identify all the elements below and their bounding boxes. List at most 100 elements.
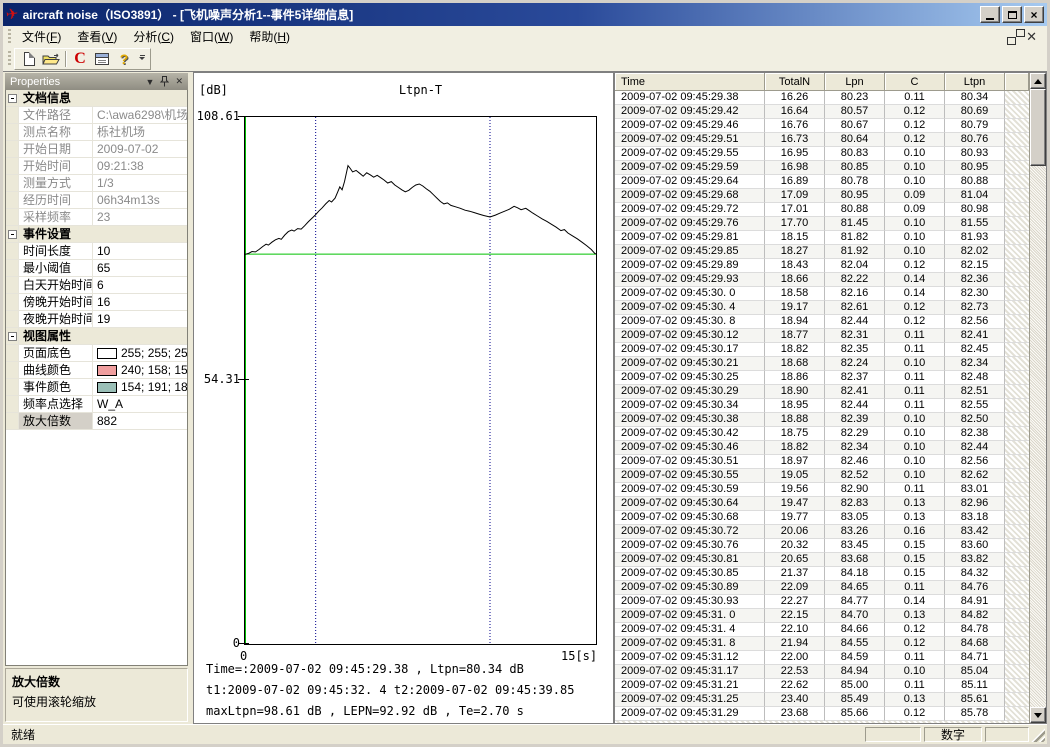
property-value[interactable]: 255; 255; 255 <box>93 345 187 361</box>
panel-menu-button[interactable]: ▼ <box>146 77 155 87</box>
c-weighting-button[interactable]: C <box>69 49 91 69</box>
new-file-button[interactable] <box>18 49 40 69</box>
table-row[interactable]: 2009-07-02 09:45:31.2122.6285.000.1185.1… <box>615 679 1029 693</box>
table-row[interactable]: 2009-07-02 09:45:30.3818.8882.390.1082.5… <box>615 413 1029 427</box>
table-row[interactable]: 2009-07-02 09:45:30.4618.8282.340.1082.4… <box>615 441 1029 455</box>
mdi-close-button[interactable]: ✕ <box>1026 28 1037 46</box>
table-row[interactable]: 2009-07-02 09:45:29.8518.2781.920.1082.0… <box>615 245 1029 259</box>
table-row[interactable]: 2009-07-02 09:45:30.6819.7783.050.1383.1… <box>615 511 1029 525</box>
close-button[interactable]: × <box>1024 6 1044 23</box>
y-tick-label: 0 <box>194 636 240 650</box>
table-row[interactable]: 2009-07-02 09:45:30.5519.0582.520.1082.6… <box>615 469 1029 483</box>
open-file-button[interactable] <box>40 49 62 69</box>
column-header-time[interactable]: Time <box>615 73 765 91</box>
property-value[interactable]: 栎社机场 <box>93 124 187 140</box>
table-row[interactable]: 2009-07-02 09:45:29.5116.7380.640.1280.7… <box>615 133 1029 147</box>
resize-grip[interactable] <box>1031 728 1045 742</box>
table-row[interactable]: 2009-07-02 09:45:30.3418.9582.440.1182.5… <box>615 399 1029 413</box>
table-row[interactable]: 2009-07-02 09:45:29.3816.2680.230.1180.3… <box>615 91 1029 105</box>
property-value[interactable]: 19 <box>93 311 187 327</box>
property-value[interactable]: 240; 158; 158 <box>93 362 187 378</box>
panel-pin-button[interactable] <box>160 76 169 87</box>
property-value[interactable]: W_A <box>93 396 187 412</box>
table-row[interactable]: 2009-07-02 09:45:29.8118.1581.820.1081.9… <box>615 231 1029 245</box>
collapse-icon[interactable] <box>8 230 17 239</box>
property-value[interactable]: 06h34m13s <box>93 192 187 208</box>
property-value[interactable]: 2009-07-02 <box>93 141 187 157</box>
menubar-grip[interactable] <box>8 29 11 44</box>
table-row[interactable]: 2009-07-02 09:45:29.9318.6682.220.1482.3… <box>615 273 1029 287</box>
column-header-lpn[interactable]: Lpn <box>825 73 885 91</box>
table-row[interactable]: 2009-07-02 09:45:29.6416.8980.780.1080.8… <box>615 175 1029 189</box>
maximize-button[interactable] <box>1002 6 1022 23</box>
menu-item-analysis[interactable]: 分析(C) <box>125 26 182 47</box>
table-row[interactable]: 2009-07-02 09:45:29.5916.9880.850.1080.9… <box>615 161 1029 175</box>
menu-item-help[interactable]: 帮助(H) <box>241 26 298 47</box>
table-row[interactable]: 2009-07-02 09:45:30.8120.6583.680.1583.8… <box>615 553 1029 567</box>
table-row[interactable]: 2009-07-02 09:45:30. 419.1782.610.1282.7… <box>615 301 1029 315</box>
table-row[interactable]: 2009-07-02 09:45:29.6817.0980.950.0981.0… <box>615 189 1029 203</box>
table-row[interactable]: 2009-07-02 09:45:31. 821.9484.550.1284.6… <box>615 637 1029 651</box>
table-row[interactable]: 2009-07-02 09:45:29.7617.7081.450.1081.5… <box>615 217 1029 231</box>
minimize-button[interactable] <box>980 6 1000 23</box>
table-cell: 0.09 <box>885 189 945 203</box>
column-header-ltpn[interactable]: Ltpn <box>945 73 1005 91</box>
property-value[interactable]: 16 <box>93 294 187 310</box>
table-row[interactable]: 2009-07-02 09:45:30.2918.9082.410.1182.5… <box>615 385 1029 399</box>
table-row[interactable]: 2009-07-02 09:45:31.2523.4085.490.1385.6… <box>615 693 1029 707</box>
table-cell: 84.55 <box>825 637 885 651</box>
property-value[interactable]: 882 <box>93 413 187 429</box>
table-row[interactable]: 2009-07-02 09:45:29.4216.6480.570.1280.6… <box>615 105 1029 119</box>
table-row[interactable]: 2009-07-02 09:45:30.2518.8682.370.1182.4… <box>615 371 1029 385</box>
panel-close-button[interactable]: ✕ <box>175 76 183 87</box>
chart-plot-area[interactable] <box>244 116 597 645</box>
table-row[interactable]: 2009-07-02 09:45:29.8918.4382.040.1282.1… <box>615 259 1029 273</box>
table-row[interactable]: 2009-07-02 09:45:30.1218.7782.310.1182.4… <box>615 329 1029 343</box>
collapse-icon[interactable] <box>8 332 17 341</box>
property-value[interactable]: 10 <box>93 243 187 259</box>
column-header-c[interactable]: C <box>885 73 945 91</box>
table-row[interactable]: 2009-07-02 09:45:31. 422.1084.660.1284.7… <box>615 623 1029 637</box>
property-value[interactable]: 09:21:38 <box>93 158 187 174</box>
collapse-icon[interactable] <box>8 94 17 103</box>
table-row[interactable]: 2009-07-02 09:45:31.1222.0084.590.1184.7… <box>615 651 1029 665</box>
property-value[interactable]: 154; 191; 183 <box>93 379 187 395</box>
table-row[interactable]: 2009-07-02 09:45:30.9322.2784.770.1484.9… <box>615 595 1029 609</box>
properties-button[interactable] <box>91 49 113 69</box>
property-value[interactable]: 1/3 <box>93 175 187 191</box>
table-row[interactable]: 2009-07-02 09:45:31.1722.5384.940.1085.0… <box>615 665 1029 679</box>
property-value[interactable]: 23 <box>93 209 187 225</box>
toolbar-grip[interactable] <box>8 51 11 68</box>
table-cell: 0.13 <box>885 511 945 525</box>
scroll-up-button[interactable] <box>1030 73 1046 89</box>
help-button[interactable]: ? <box>113 49 135 69</box>
table-row[interactable]: 2009-07-02 09:45:30.2118.6882.240.1082.3… <box>615 357 1029 371</box>
table-row[interactable]: 2009-07-02 09:45:30.6419.4782.830.1382.9… <box>615 497 1029 511</box>
table-row[interactable]: 2009-07-02 09:45:30.4218.7582.290.1082.3… <box>615 427 1029 441</box>
table-row[interactable]: 2009-07-02 09:45:30.5118.9782.460.1082.5… <box>615 455 1029 469</box>
column-header-totaln[interactable]: TotalN <box>765 73 825 91</box>
menu-item-file[interactable]: 文件(F) <box>14 26 69 47</box>
scrollbar-track[interactable] <box>1030 166 1046 707</box>
scrollbar-thumb[interactable] <box>1030 89 1046 166</box>
table-row[interactable]: 2009-07-02 09:45:30. 018.5882.160.1482.3… <box>615 287 1029 301</box>
property-value[interactable]: 65 <box>93 260 187 276</box>
table-row[interactable]: 2009-07-02 09:45:30.7220.0683.260.1683.4… <box>615 525 1029 539</box>
menu-item-view[interactable]: 查看(V) <box>69 26 125 47</box>
table-row[interactable]: 2009-07-02 09:45:30.5919.5682.900.1183.0… <box>615 483 1029 497</box>
table-row[interactable]: 2009-07-02 09:45:30.1718.8282.350.1182.4… <box>615 343 1029 357</box>
table-row[interactable]: 2009-07-02 09:45:31.2923.6885.660.1285.7… <box>615 707 1029 721</box>
table-row[interactable]: 2009-07-02 09:45:29.4616.7680.670.1280.7… <box>615 119 1029 133</box>
table-row[interactable]: 2009-07-02 09:45:29.7217.0180.880.0980.9… <box>615 203 1029 217</box>
table-row[interactable]: 2009-07-02 09:45:29.5516.9580.830.1080.9… <box>615 147 1029 161</box>
table-row[interactable]: 2009-07-02 09:45:30.8922.0984.650.1184.7… <box>615 581 1029 595</box>
table-row[interactable]: 2009-07-02 09:45:31. 022.1584.700.1384.8… <box>615 609 1029 623</box>
table-row[interactable]: 2009-07-02 09:45:30.8521.3784.180.1584.3… <box>615 567 1029 581</box>
scroll-down-button[interactable] <box>1030 707 1046 723</box>
menu-item-window[interactable]: 窗口(W) <box>182 26 241 47</box>
table-row[interactable]: 2009-07-02 09:45:30. 818.9482.440.1282.5… <box>615 315 1029 329</box>
property-value[interactable]: 6 <box>93 277 187 293</box>
toolbar-overflow-button[interactable] <box>137 55 147 63</box>
property-value[interactable]: C:\awa6298\机场 <box>93 107 187 123</box>
table-row[interactable]: 2009-07-02 09:45:30.7620.3283.450.1583.6… <box>615 539 1029 553</box>
